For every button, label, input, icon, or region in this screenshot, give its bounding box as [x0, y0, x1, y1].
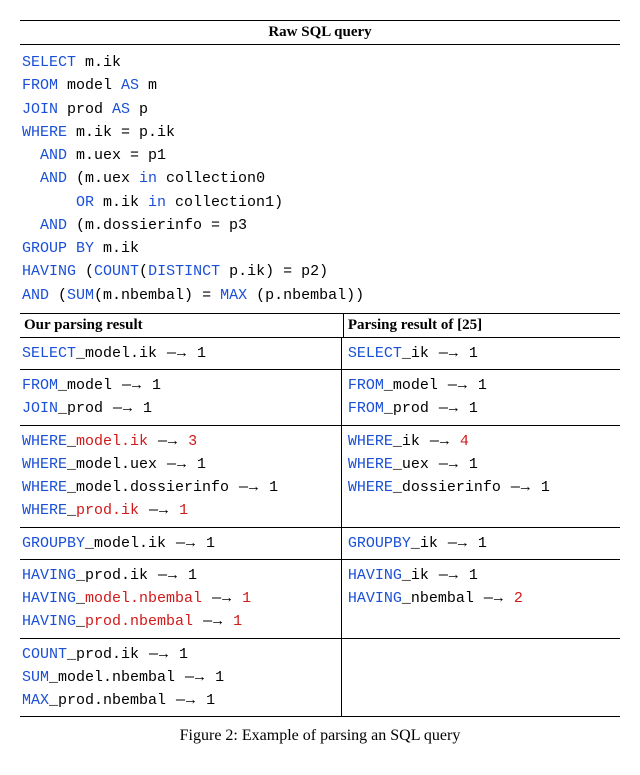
sql-text: m.ik	[76, 54, 121, 71]
sql-text: (m.uex	[67, 170, 139, 187]
kw-distinct: DISTINCT	[148, 263, 220, 280]
sql-text: p.ik) = p2)	[220, 263, 328, 280]
sql-text: m.uex = p1	[67, 147, 166, 164]
kw-groupby: GROUP BY	[22, 240, 94, 257]
sql-text: model	[58, 77, 121, 94]
sql-text: (m.nbembal) =	[94, 287, 220, 304]
sql-text: (	[49, 287, 67, 304]
right-cell: FROM_model —→ 1 FROM_prod —→ 1	[341, 370, 620, 425]
kw-and: AND	[22, 287, 49, 304]
kw-select: SELECT	[22, 54, 76, 71]
raw-sql-block: SELECT m.ik FROM model AS m JOIN prod AS…	[20, 45, 620, 313]
sql-text: m.ik	[94, 240, 139, 257]
result-group: COUNT_prod.ik —→ 1 SUM_model.nbembal —→ …	[20, 638, 620, 717]
right-col-header: Parsing result of [25]	[343, 314, 620, 337]
right-cell	[341, 639, 620, 717]
kw-count: COUNT	[94, 263, 139, 280]
sql-text: m.ik = p.ik	[67, 124, 175, 141]
bottom-rule	[20, 716, 620, 717]
kw-sum: SUM	[67, 287, 94, 304]
sql-text: p	[130, 101, 148, 118]
left-cell: COUNT_prod.ik —→ 1 SUM_model.nbembal —→ …	[20, 639, 341, 717]
kw-where: WHERE	[22, 124, 67, 141]
left-cell: FROM_model —→ 1 JOIN_prod —→ 1	[20, 370, 341, 425]
sql-text: prod	[58, 101, 112, 118]
left-cell: GROUPBY_model.ik —→ 1	[20, 528, 341, 559]
kw-and: AND	[22, 170, 67, 187]
kw-as: AS	[112, 101, 130, 118]
result-group: HAVING_prod.ik —→ 1 HAVING_model.nbembal…	[20, 559, 620, 638]
right-cell: SELECT_ik —→ 1	[341, 338, 620, 369]
kw-and: AND	[22, 217, 67, 234]
result-group: GROUPBY_model.ik —→ 1GROUPBY_ik —→ 1	[20, 527, 620, 559]
kw-in: in	[148, 194, 166, 211]
left-cell: HAVING_prod.ik —→ 1 HAVING_model.nbembal…	[20, 560, 341, 638]
left-cell: WHERE_model.ik —→ 3 WHERE_model.uex —→ 1…	[20, 426, 341, 527]
result-group: FROM_model —→ 1 JOIN_prod —→ 1FROM_model…	[20, 369, 620, 425]
table-header: Raw SQL query	[20, 20, 620, 45]
kw-and: AND	[22, 147, 67, 164]
sql-text: (p.nbembal))	[247, 287, 364, 304]
sql-text: (m.dossierinfo = p3	[67, 217, 247, 234]
result-group: SELECT_model.ik —→ 1SELECT_ik —→ 1	[20, 338, 620, 369]
left-cell: SELECT_model.ik —→ 1	[20, 338, 341, 369]
column-headers: Our parsing result Parsing result of [25…	[20, 313, 620, 338]
kw-max: MAX	[220, 287, 247, 304]
result-group: WHERE_model.ik —→ 3 WHERE_model.uex —→ 1…	[20, 425, 620, 527]
parsing-results-table: SELECT_model.ik —→ 1SELECT_ik —→ 1FROM_m…	[20, 338, 620, 717]
kw-as: AS	[121, 77, 139, 94]
kw-in: in	[139, 170, 157, 187]
right-cell: WHERE_ik —→ 4 WHERE_uex —→ 1 WHERE_dossi…	[341, 426, 620, 527]
right-cell: HAVING_ik —→ 1 HAVING_nbembal —→ 2	[341, 560, 620, 638]
kw-or: OR	[22, 194, 94, 211]
kw-having: HAVING	[22, 263, 76, 280]
figure-caption: Figure 2: Example of parsing an SQL quer…	[20, 727, 620, 745]
kw-join: JOIN	[22, 101, 58, 118]
figure-container: Raw SQL query SELECT m.ik FROM model AS …	[20, 20, 620, 745]
right-cell: GROUPBY_ik —→ 1	[341, 528, 620, 559]
sql-text: (	[139, 263, 148, 280]
left-col-header: Our parsing result	[20, 314, 343, 337]
sql-text: m.ik	[94, 194, 148, 211]
sql-text: (	[76, 263, 94, 280]
sql-text: collection1)	[166, 194, 283, 211]
sql-text: collection0	[157, 170, 265, 187]
sql-text: m	[139, 77, 157, 94]
kw-from: FROM	[22, 77, 58, 94]
